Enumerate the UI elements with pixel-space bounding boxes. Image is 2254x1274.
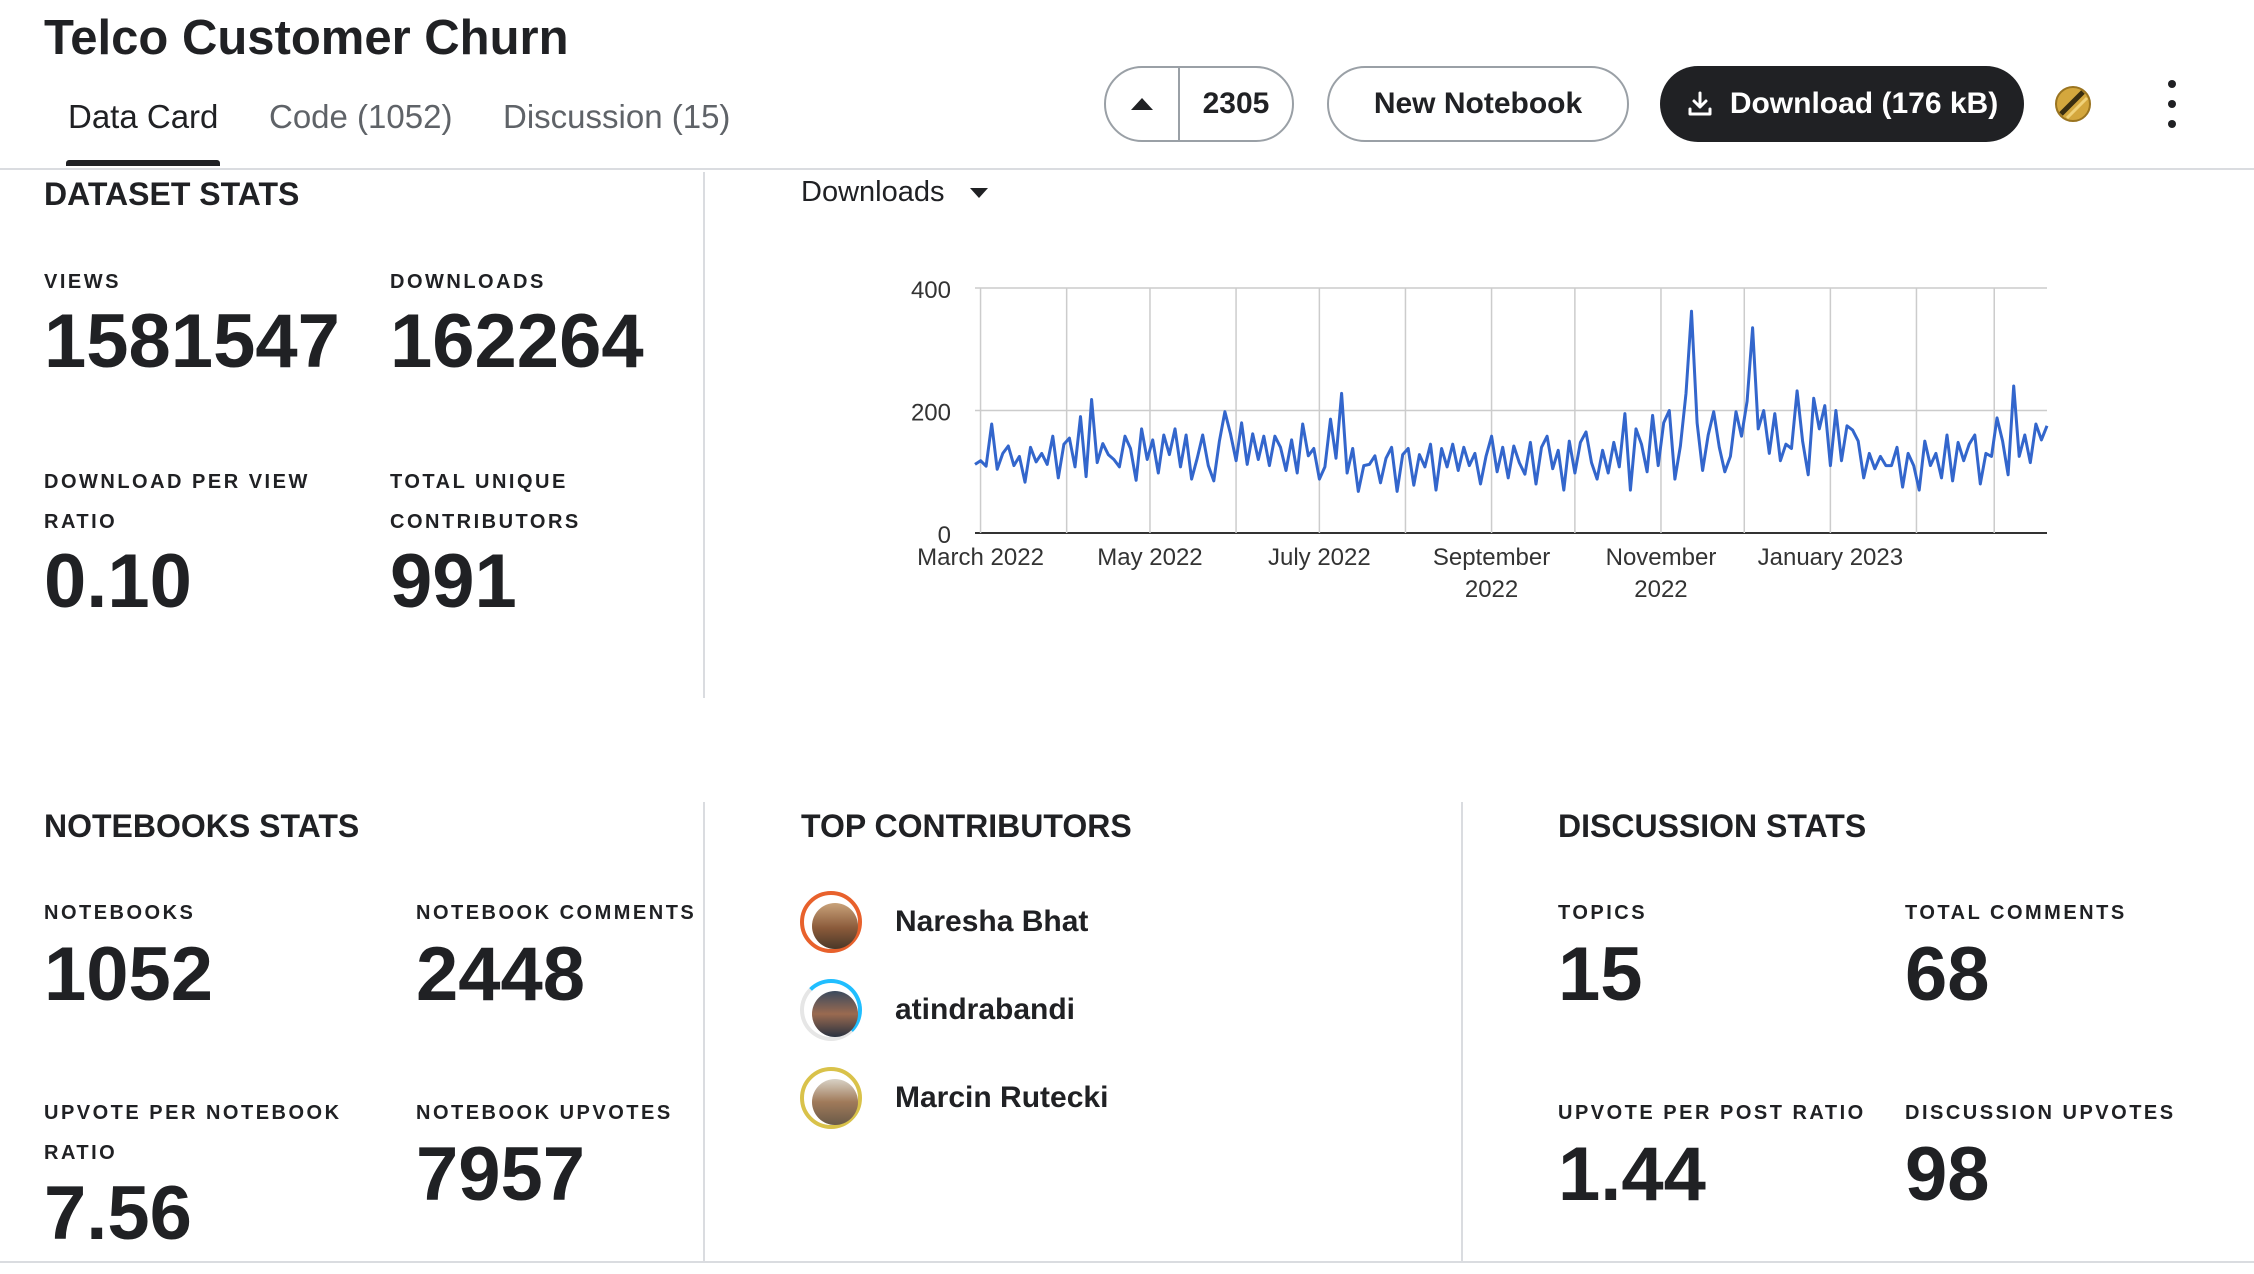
bottom-divider — [0, 1261, 2254, 1263]
x-tick-label: November — [1606, 544, 1717, 571]
downloads-series-line — [974, 309, 2049, 493]
notebook-comments-value: 2448 — [416, 932, 586, 1017]
top-contributors-title: TOP CONTRIBUTORS — [801, 808, 1132, 844]
upvote-per-post-value: 1.44 — [1558, 1132, 1706, 1217]
x-tick-label: March 2022 — [917, 544, 1044, 571]
avatar — [800, 1067, 862, 1129]
notebooks-value: 1052 — [44, 932, 214, 1017]
discussion-upvotes-value: 98 — [1905, 1132, 1990, 1217]
contributor-item[interactable]: Marcin Rutecki — [800, 1063, 1108, 1133]
contributor-item[interactable]: atindrabandi — [800, 975, 1075, 1045]
avatar — [800, 979, 862, 1041]
notebook-upvotes-label: NOTEBOOK UPVOTES — [416, 1102, 673, 1124]
x-tick-label: September — [1433, 544, 1550, 571]
vertical-divider — [1461, 802, 1463, 1262]
chart-series — [974, 309, 2049, 493]
y-tick-label: 200 — [911, 400, 951, 427]
y-tick-label: 400 — [911, 277, 951, 304]
contributor-name: Naresha Bhat — [895, 905, 1089, 938]
x-axis-ticks: March 2022 May 2022 July 2022 September 2022… — [917, 544, 1903, 603]
notebook-comments-label: NOTEBOOK COMMENTS — [416, 902, 697, 924]
contributor-name: Marcin Rutecki — [895, 1081, 1109, 1114]
x-tick-label: May 2022 — [1097, 544, 1202, 571]
notebooks-stats-title: NOTEBOOKS STATS — [44, 808, 360, 844]
x-tick-label: 2022 — [1465, 576, 1518, 603]
contributor-item[interactable]: Naresha Bhat — [800, 887, 1088, 957]
y-axis-ticks: 0200400 — [911, 277, 951, 549]
upvote-ratio-label-line2: RATIO — [44, 1142, 118, 1164]
upvote-ratio-value: 7.56 — [44, 1171, 192, 1256]
contributor-name: atindrabandi — [895, 993, 1076, 1026]
notebooks-label: NOTEBOOKS — [44, 902, 196, 924]
chart-grid — [975, 287, 2047, 534]
x-tick-label: July 2022 — [1268, 544, 1371, 571]
x-tick-label: 2022 — [1634, 576, 1687, 603]
total-comments-value: 68 — [1905, 932, 1990, 1017]
upvote-per-post-label: UPVOTE PER POST RATIO — [1558, 1102, 1866, 1124]
avatar — [800, 891, 862, 953]
discussion-upvotes-label: DISCUSSION UPVOTES — [1905, 1102, 2176, 1124]
upvote-ratio-label-line1: UPVOTE PER NOTEBOOK — [44, 1102, 342, 1124]
vertical-divider — [703, 802, 705, 1262]
notebook-upvotes-value: 7957 — [416, 1132, 586, 1217]
topics-label: TOPICS — [1558, 902, 1648, 924]
downloads-chart: 0200400 March 2022 May 2022 July 2022 Septe… — [911, 277, 2049, 603]
discussion-stats-title: DISCUSSION STATS — [1558, 808, 1867, 844]
topics-value: 15 — [1558, 932, 1643, 1017]
x-tick-label: January 2023 — [1758, 544, 1903, 571]
total-comments-label: TOTAL COMMENTS — [1905, 902, 2127, 924]
